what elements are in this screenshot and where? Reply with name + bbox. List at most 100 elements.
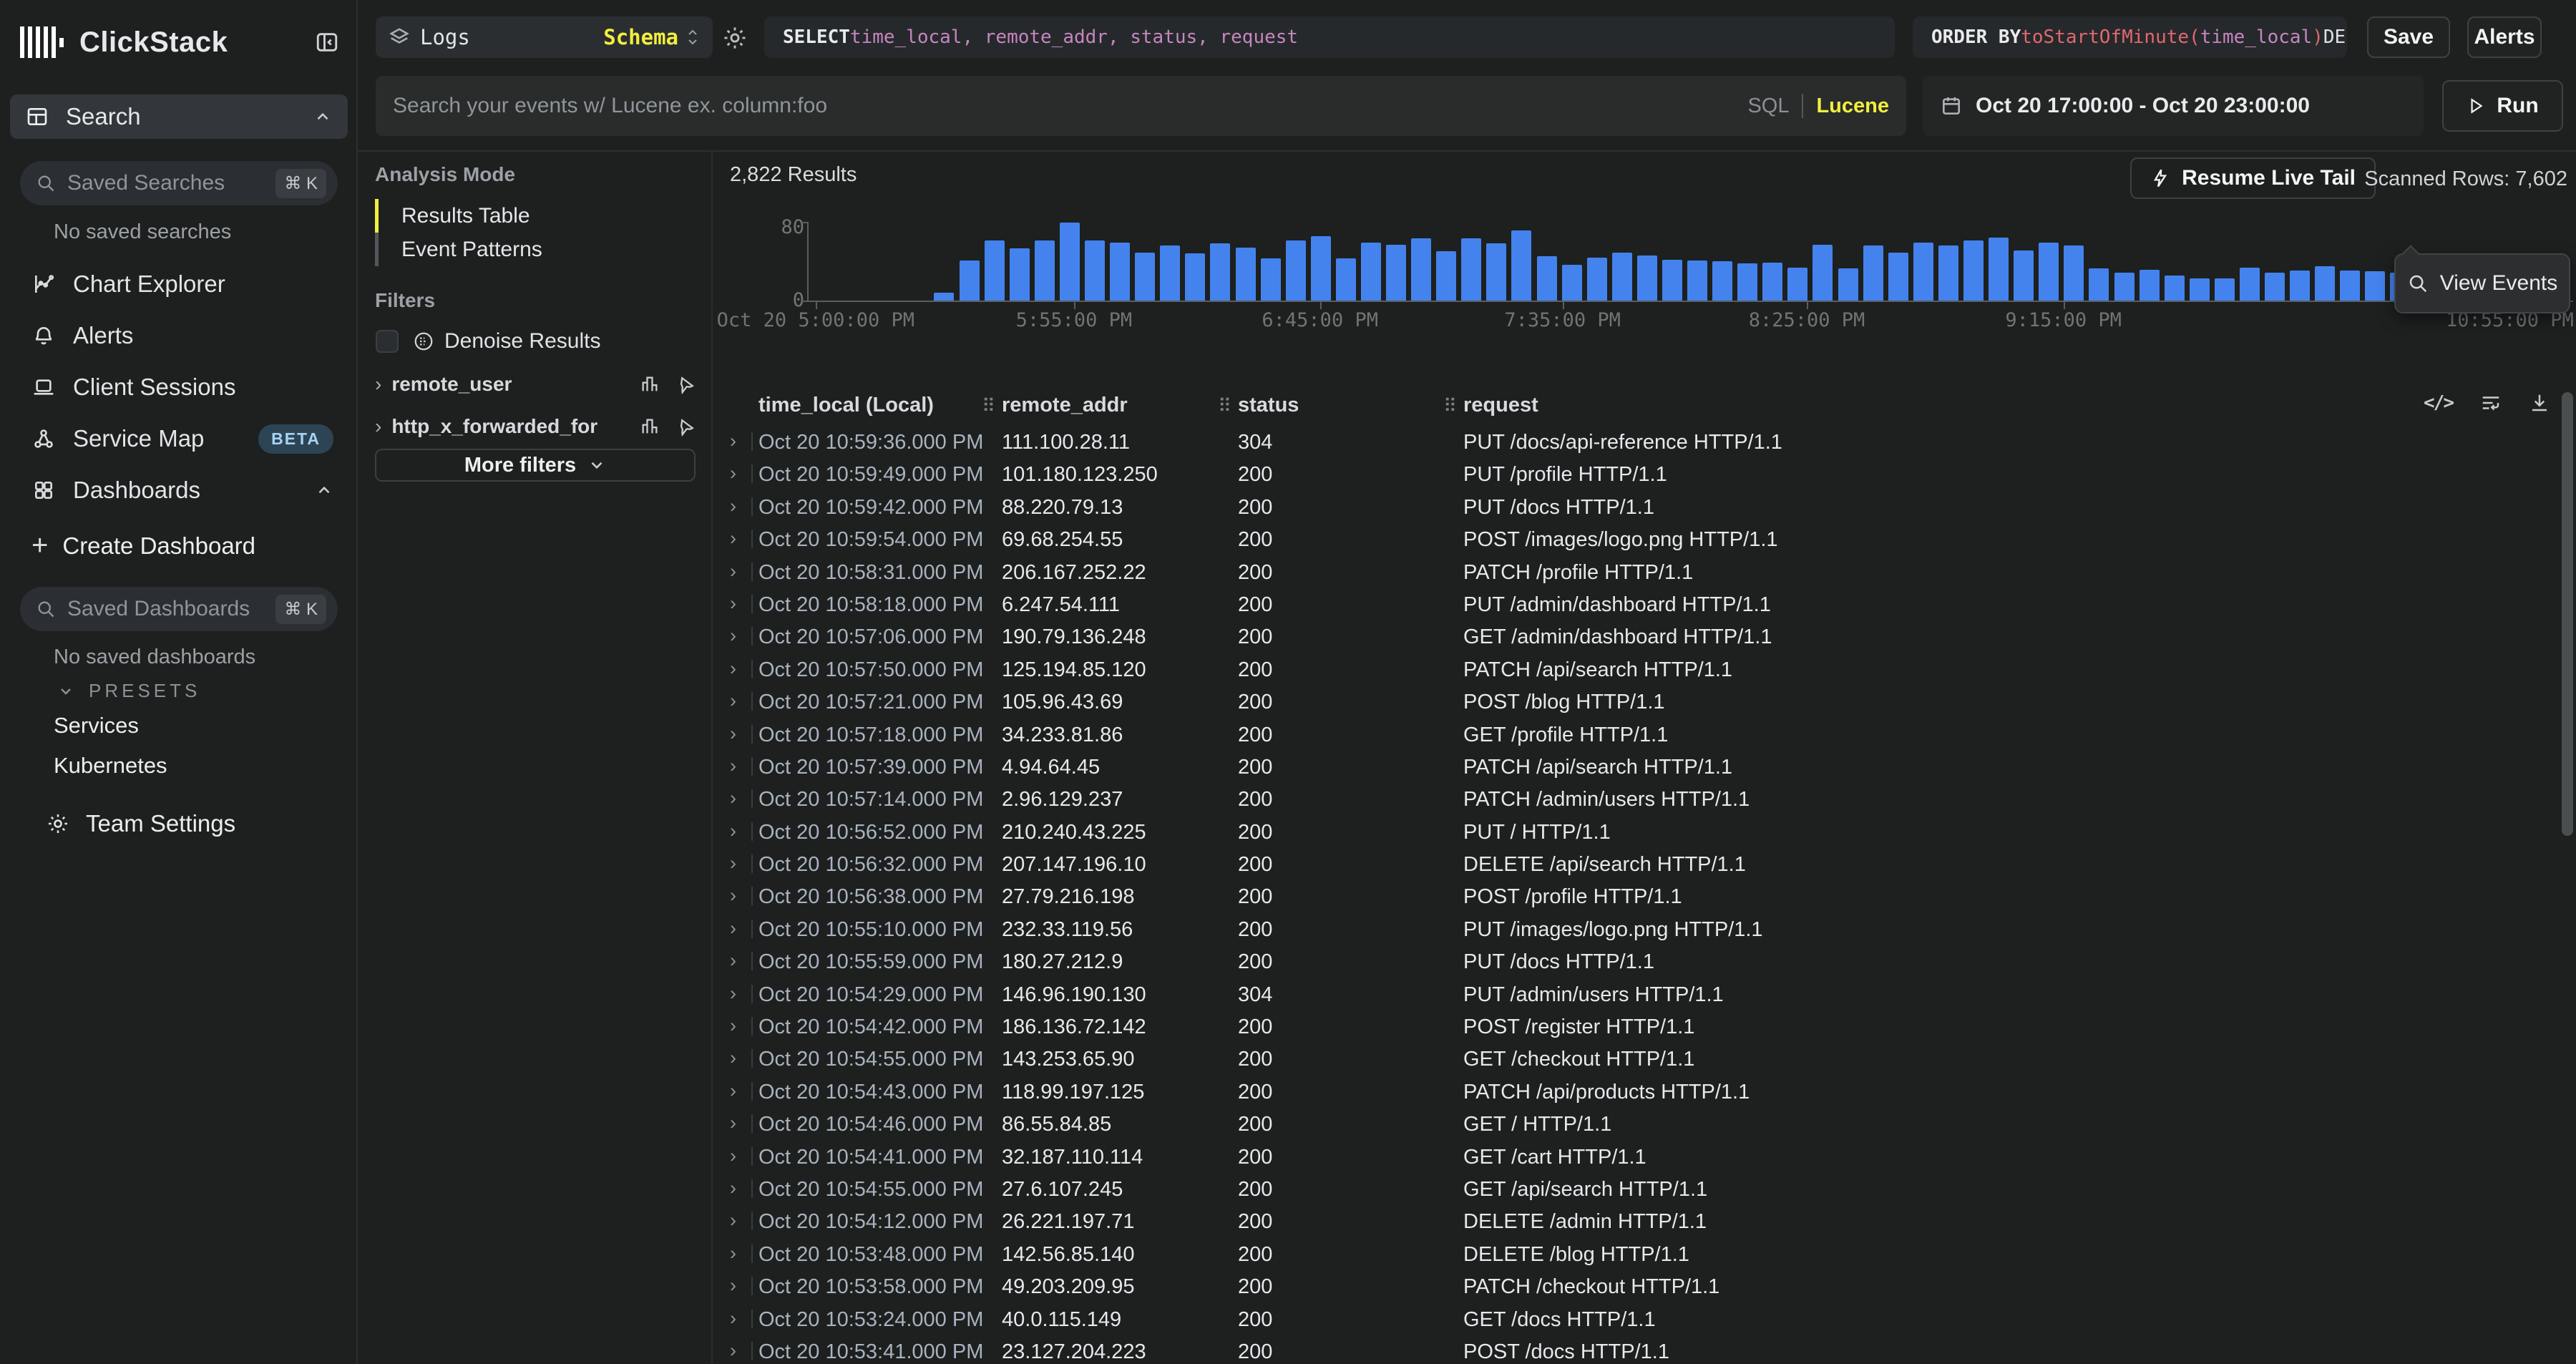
histogram-bar[interactable]	[2165, 276, 2185, 301]
histogram-bar[interactable]	[1411, 238, 1431, 301]
histogram-bar[interactable]	[2014, 250, 2034, 301]
expand-row-icon[interactable]: ›	[730, 430, 736, 452]
table-row[interactable]: › Oct 20 10:53:24.000 PM 40.0.115.149 20…	[713, 1302, 2562, 1335]
histogram-bar[interactable]	[1135, 253, 1155, 301]
preset-item-services[interactable]: Services	[54, 713, 139, 739]
filter-group[interactable]: › remote_user	[375, 366, 696, 402]
histogram-bar[interactable]	[1386, 245, 1406, 301]
histogram-bar[interactable]	[1486, 243, 1506, 301]
histogram-bar[interactable]	[1963, 240, 1984, 301]
histogram-bar[interactable]	[2064, 245, 2084, 301]
sql-mode-toggle[interactable]: SQL	[1747, 94, 1789, 118]
histogram-bar[interactable]	[1035, 240, 1055, 301]
histogram-bar[interactable]	[1236, 248, 1256, 301]
filter-group[interactable]: › http_x_forwarded_for	[375, 409, 696, 444]
expand-row-icon[interactable]: ›	[730, 820, 736, 842]
histogram-bar[interactable]	[1537, 256, 1557, 301]
histogram-bar[interactable]	[934, 293, 954, 301]
table-row[interactable]: › Oct 20 10:59:42.000 PM 88.220.79.13 20…	[713, 490, 2562, 522]
pin-icon[interactable]	[675, 416, 696, 437]
histogram-bar[interactable]	[2114, 273, 2135, 301]
expand-row-icon[interactable]: ›	[730, 690, 736, 712]
table-row[interactable]: › Oct 20 10:59:36.000 PM 111.100.28.11 3…	[713, 425, 2562, 457]
histogram-bar[interactable]	[1913, 243, 1933, 301]
histogram-bar[interactable]	[2140, 270, 2160, 301]
histogram-bar[interactable]	[2190, 278, 2210, 301]
histogram-bar[interactable]	[2265, 273, 2285, 301]
expand-row-icon[interactable]: ›	[730, 885, 736, 907]
histogram-bar[interactable]	[1511, 230, 1531, 301]
histogram-bar[interactable]	[2215, 278, 2235, 301]
alerts-button[interactable]: Alerts	[2467, 16, 2542, 58]
expand-row-icon[interactable]: ›	[730, 983, 736, 1005]
table-row[interactable]: › Oct 20 10:55:10.000 PM 232.33.119.56 2…	[713, 912, 2562, 945]
expand-row-icon[interactable]: ›	[730, 723, 736, 745]
mode-event-patterns[interactable]: Event Patterns	[375, 233, 690, 266]
presets-toggle[interactable]: PRESETS	[57, 680, 200, 702]
table-row[interactable]: › Oct 20 10:54:42.000 PM 186.136.72.142 …	[713, 1010, 2562, 1042]
histogram-bar[interactable]	[1637, 255, 1657, 301]
mode-results-table[interactable]: Results Table	[375, 199, 690, 233]
table-row[interactable]: › Oct 20 10:53:58.000 PM 49.203.209.95 2…	[713, 1270, 2562, 1302]
histogram-bar[interactable]	[1787, 268, 1807, 301]
table-row[interactable]: › Oct 20 10:58:31.000 PM 206.167.252.22 …	[713, 555, 2562, 588]
chart-toggle-icon[interactable]	[640, 416, 660, 437]
expand-row-icon[interactable]: ›	[730, 1015, 736, 1037]
expand-row-icon[interactable]: ›	[730, 1209, 736, 1232]
expand-row-icon[interactable]: ›	[730, 1145, 736, 1167]
histogram-bar[interactable]	[1687, 260, 1707, 301]
column-drag-handle-icon[interactable]: ⠿	[982, 395, 995, 417]
sidebar-item-alerts[interactable]: Alerts	[20, 315, 338, 356]
expand-row-icon[interactable]: ›	[730, 917, 736, 940]
histogram-bar[interactable]	[1110, 243, 1130, 301]
histogram-bar[interactable]	[1612, 253, 1632, 301]
expand-row-icon[interactable]: ›	[730, 1275, 736, 1297]
more-filters-button[interactable]: More filters	[375, 449, 696, 482]
pin-icon[interactable]	[675, 374, 696, 394]
table-row[interactable]: › Oct 20 10:56:38.000 PM 27.79.216.198 2…	[713, 880, 2562, 912]
histogram-bar[interactable]	[1938, 245, 1958, 301]
query-settings-gear-icon[interactable]	[721, 24, 748, 52]
preset-item-kubernetes[interactable]: Kubernetes	[54, 753, 167, 779]
expand-row-icon[interactable]: ›	[730, 625, 736, 647]
table-row[interactable]: › Oct 20 10:57:18.000 PM 34.233.81.86 20…	[713, 718, 2562, 750]
download-icon[interactable]	[2529, 392, 2550, 414]
time-range-picker[interactable]: Oct 20 17:00:00 - Oct 20 23:00:00	[1923, 76, 2424, 136]
expand-row-icon[interactable]: ›	[730, 852, 736, 875]
histogram-bar[interactable]	[1461, 238, 1481, 301]
histogram-bar[interactable]	[1562, 265, 1582, 301]
expand-row-icon[interactable]: ›	[730, 755, 736, 777]
expand-row-icon[interactable]: ›	[730, 1177, 736, 1199]
histogram-bar[interactable]	[1311, 236, 1331, 301]
histogram-bar[interactable]	[2240, 268, 2260, 301]
sidebar-item-chart-explorer[interactable]: Chart Explorer	[20, 263, 338, 305]
expand-row-icon[interactable]: ›	[730, 950, 736, 972]
histogram-bar[interactable]	[1587, 258, 1607, 301]
table-row[interactable]: › Oct 20 10:58:18.000 PM 6.247.54.111 20…	[713, 588, 2562, 620]
expand-row-icon[interactable]: ›	[730, 1242, 736, 1265]
table-row[interactable]: › Oct 20 10:57:21.000 PM 105.96.43.69 20…	[713, 685, 2562, 717]
table-row[interactable]: › Oct 20 10:57:50.000 PM 125.194.85.120 …	[713, 653, 2562, 685]
table-row[interactable]: › Oct 20 10:54:12.000 PM 26.221.197.71 2…	[713, 1204, 2562, 1237]
expand-row-icon[interactable]: ›	[730, 1307, 736, 1330]
expand-row-icon[interactable]: ›	[730, 495, 736, 517]
wrap-lines-icon[interactable]	[2480, 392, 2502, 414]
sidebar-item-service-map[interactable]: Service Map BETA	[20, 418, 338, 459]
expand-row-icon[interactable]: ›	[730, 593, 736, 615]
order-by-input[interactable]: ORDER BY toStartOfMinute(time_local) DES…	[1913, 16, 2347, 58]
table-row[interactable]: › Oct 20 10:57:39.000 PM 4.94.64.45 200 …	[713, 750, 2562, 782]
table-row[interactable]: › Oct 20 10:54:29.000 PM 146.96.190.130 …	[713, 978, 2562, 1010]
table-row[interactable]: › Oct 20 10:53:41.000 PM 23.127.204.223 …	[713, 1335, 2562, 1364]
expand-row-icon[interactable]: ›	[730, 1340, 736, 1362]
expand-row-icon[interactable]: ›	[730, 1047, 736, 1069]
table-row[interactable]: › Oct 20 10:57:06.000 PM 190.79.136.248 …	[713, 620, 2562, 652]
histogram-bar[interactable]	[2315, 266, 2335, 301]
table-row[interactable]: › Oct 20 10:54:41.000 PM 32.187.110.114 …	[713, 1140, 2562, 1172]
histogram-bar[interactable]	[1813, 245, 1833, 301]
view-events-tooltip[interactable]: View Events	[2394, 253, 2570, 313]
histogram-bar[interactable]	[1762, 263, 1782, 301]
expand-row-icon[interactable]: ›	[730, 787, 736, 809]
create-dashboard-button[interactable]: + Create Dashboard	[31, 530, 255, 562]
histogram-bar[interactable]	[1863, 245, 1883, 301]
histogram-bar[interactable]	[2089, 268, 2109, 301]
